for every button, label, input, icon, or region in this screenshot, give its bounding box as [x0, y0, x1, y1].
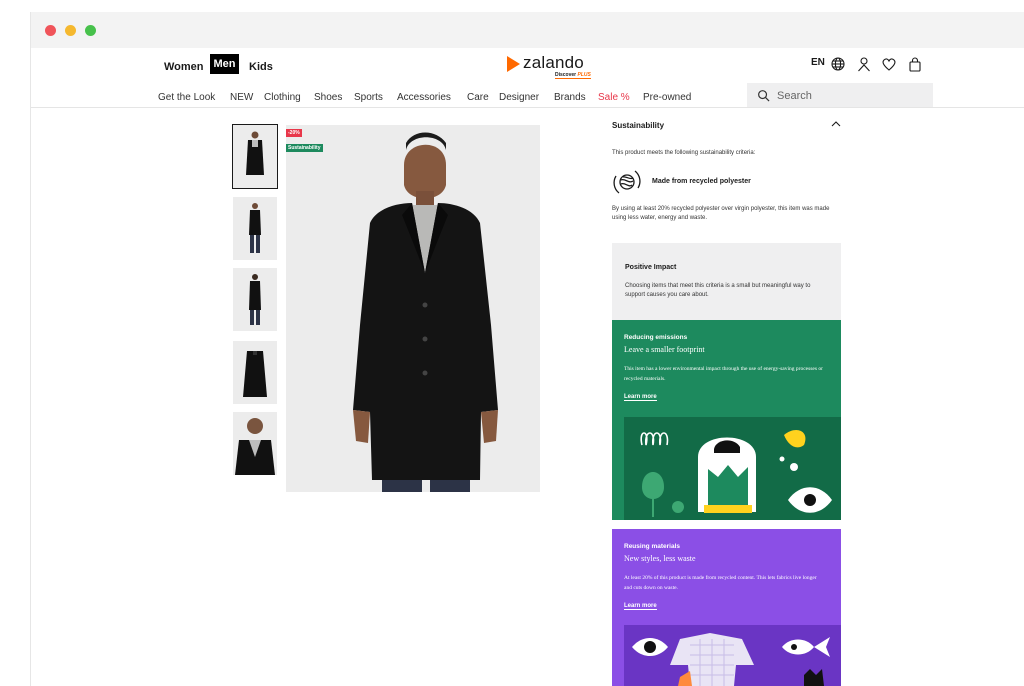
search-box[interactable]: [747, 83, 933, 108]
positive-impact-title: Positive Impact: [625, 264, 677, 271]
logo-tagline-discover: Discover: [555, 72, 577, 78]
sustainability-badge: Sustainability: [286, 144, 323, 152]
card-subtitle: Leave a smaller footprint: [624, 345, 705, 354]
browser-window: Women Men Kids zalando Discover PLUS EN …: [30, 12, 1024, 686]
card-title: Reusing materials: [624, 543, 680, 550]
logo-play-icon: [507, 56, 520, 72]
heart-icon[interactable]: [881, 56, 897, 72]
sustainability-description: By using at least 20% recycled polyester…: [612, 206, 830, 221]
positive-impact-text: Choosing items that meet this criteria i…: [625, 283, 811, 298]
gender-tab-kids[interactable]: Kids: [249, 61, 273, 73]
chevron-up-icon[interactable]: [831, 120, 841, 128]
recycled-yarn-icon: [611, 166, 643, 198]
bag-icon[interactable]: [907, 56, 923, 72]
materials-illustration: [624, 625, 841, 686]
nav-item-brands[interactable]: Brands: [554, 92, 586, 103]
maximize-window-button[interactable]: [85, 25, 96, 36]
product-thumbnail-3[interactable]: [233, 268, 277, 331]
browser-chrome: [31, 12, 1024, 48]
header-divider: [31, 107, 1024, 108]
sustainability-heading: Sustainability: [612, 121, 665, 130]
gender-tab-men[interactable]: Men: [210, 54, 239, 74]
product-thumbnail-4[interactable]: [233, 341, 277, 404]
logo-tagline: Discover PLUS: [555, 72, 591, 79]
learn-more-link[interactable]: Learn more: [624, 603, 657, 610]
nav-item-shoes[interactable]: Shoes: [314, 92, 342, 103]
search-icon: [758, 90, 770, 102]
gender-tab-women[interactable]: Women: [164, 61, 204, 73]
nav-item-care[interactable]: Care: [467, 92, 489, 103]
minimize-window-button[interactable]: [65, 25, 76, 36]
logo-tagline-plus: PLUS: [577, 72, 591, 78]
card-title: Reducing emissions: [624, 334, 688, 341]
reusing-materials-card: Reusing materials New styles, less waste…: [612, 529, 841, 686]
positive-impact-card: Positive Impact Choosing items that meet…: [612, 243, 841, 320]
nav-item-accessories[interactable]: Accessories: [397, 92, 451, 103]
close-window-button[interactable]: [45, 25, 56, 36]
search-input[interactable]: [775, 86, 929, 106]
card-subtitle: New styles, less waste: [624, 554, 696, 563]
nav-item-sale[interactable]: Sale %: [598, 92, 630, 103]
discount-badge: -20%: [286, 129, 302, 137]
globe-icon[interactable]: [830, 56, 846, 72]
sustainability-intro: This product meets the following sustain…: [612, 150, 756, 156]
logo-wordmark: zalando: [523, 53, 584, 72]
nav-item-get-the-look[interactable]: Get the Look: [158, 92, 215, 103]
sustainability-criterion: Made from recycled polyester: [652, 178, 751, 185]
card-text: At least 20% of this product is made fro…: [624, 575, 817, 591]
nav-item-designer[interactable]: Designer: [499, 92, 539, 103]
language-selector[interactable]: EN: [811, 57, 825, 68]
reducing-emissions-card: Reducing emissions Leave a smaller footp…: [612, 320, 841, 520]
product-main-image[interactable]: [286, 125, 540, 492]
learn-more-link[interactable]: Learn more: [624, 394, 657, 401]
nav-item-pre-owned[interactable]: Pre-owned: [643, 92, 691, 103]
product-thumbnail-1[interactable]: [232, 124, 278, 189]
user-icon[interactable]: [856, 56, 872, 72]
product-thumbnail-2[interactable]: [233, 197, 277, 260]
card-text: This item has a lower environmental impa…: [624, 366, 823, 382]
nav-item-sports[interactable]: Sports: [354, 92, 383, 103]
emissions-illustration: [624, 417, 841, 520]
product-thumbnail-5[interactable]: [233, 412, 277, 475]
nav-item-new[interactable]: NEW: [230, 92, 253, 103]
nav-item-clothing[interactable]: Clothing: [264, 92, 301, 103]
